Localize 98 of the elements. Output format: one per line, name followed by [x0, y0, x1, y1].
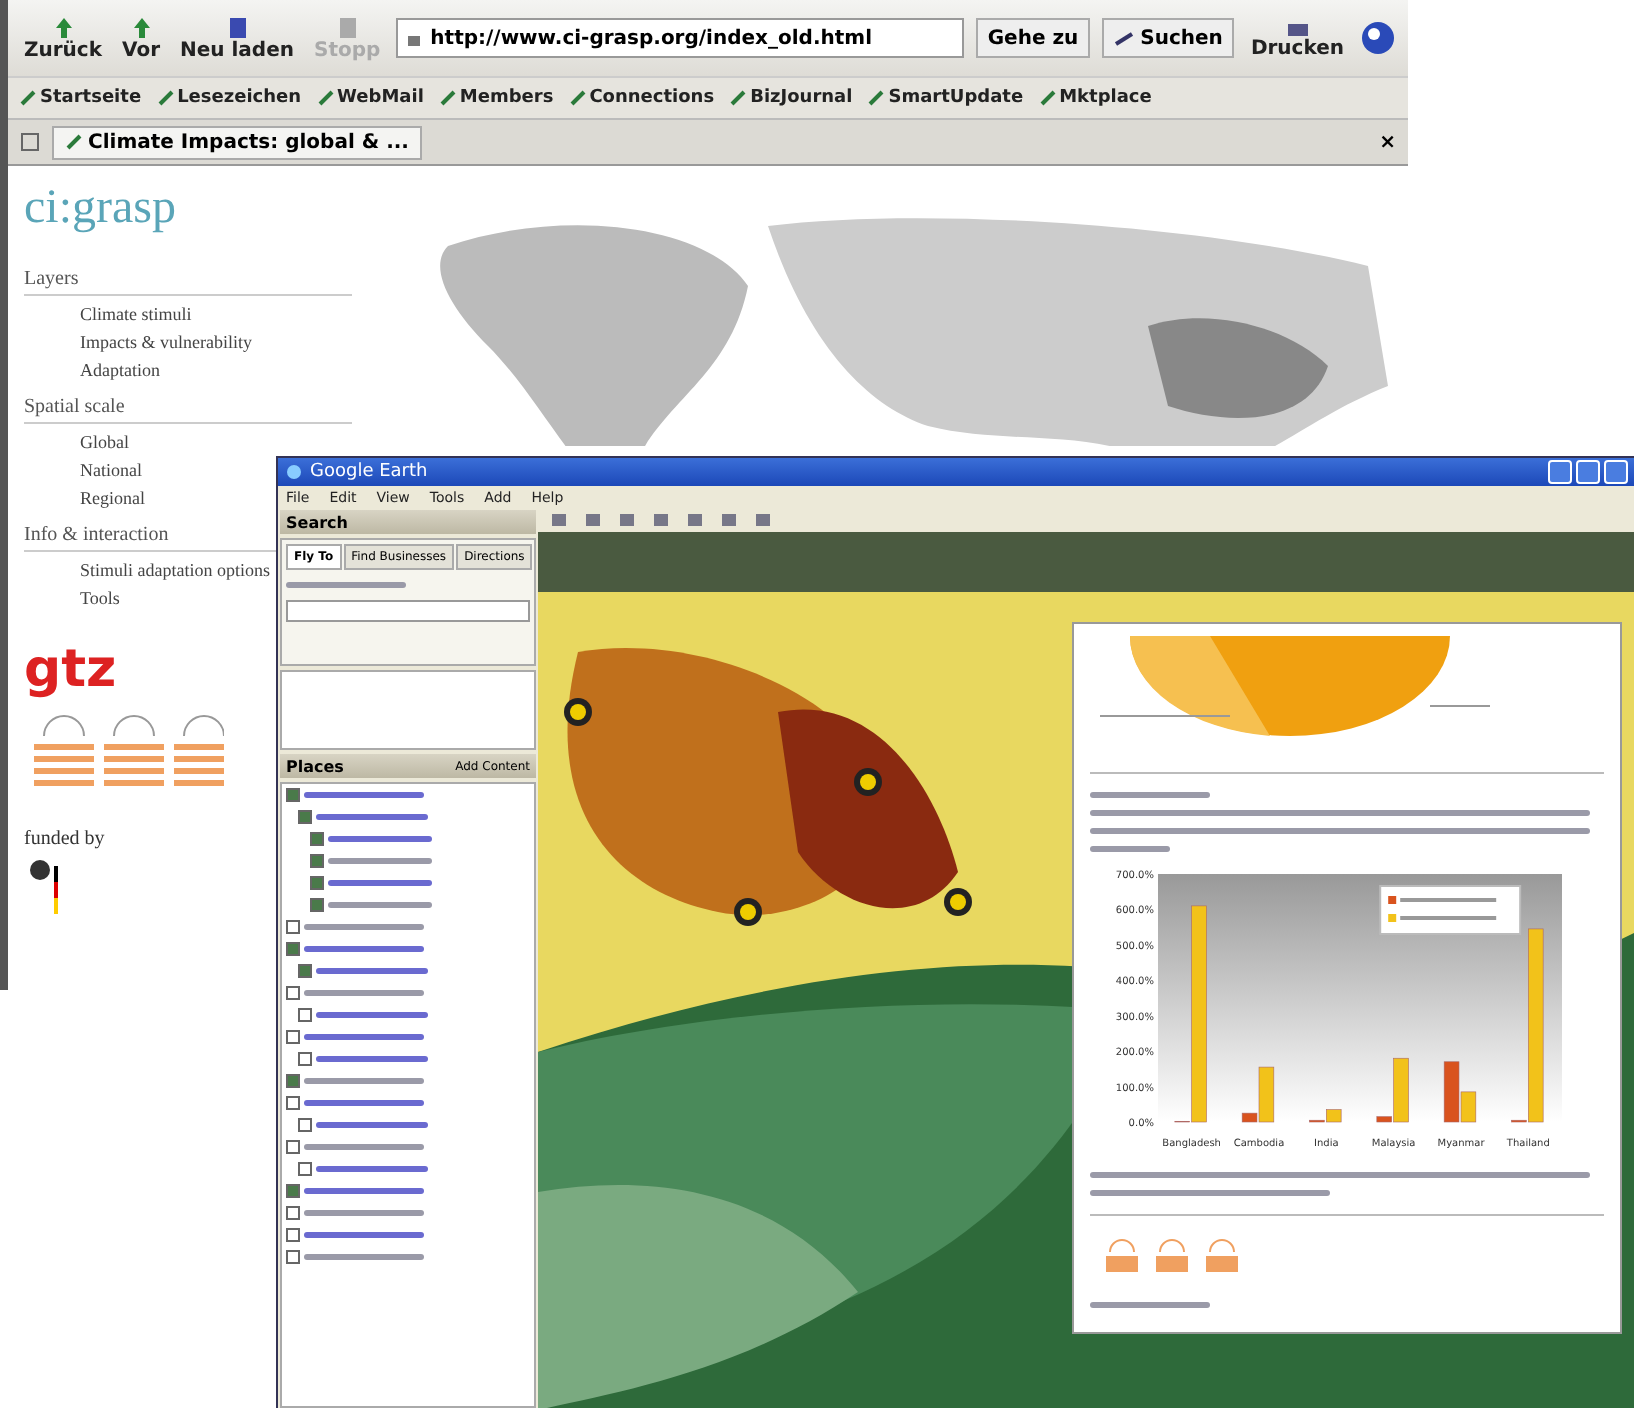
blurred-text-line [1090, 846, 1170, 852]
pen-icon [868, 90, 885, 106]
section-title: Spatial scale [24, 396, 352, 424]
blurred-text-line [1090, 792, 1210, 798]
bookmark-link[interactable]: Startseite [20, 88, 142, 108]
blurred-text-line [328, 902, 432, 908]
funded-by-label: funded by [24, 828, 105, 850]
bookmark-link[interactable]: WebMail [317, 88, 424, 108]
search-panel-header[interactable]: Search [280, 510, 536, 534]
tree-checkbox[interactable] [286, 920, 300, 934]
blurred-text-line [304, 1034, 424, 1040]
pen-icon [157, 90, 174, 106]
bookmark-link[interactable]: Members [439, 88, 554, 108]
blurred-text-line [304, 1100, 424, 1106]
nav-button[interactable]: Zurück [20, 15, 106, 61]
pen-icon [66, 134, 82, 150]
blurred-text-line [316, 1122, 428, 1128]
section-title: Layers [24, 268, 352, 296]
tree-checkbox[interactable] [298, 1008, 312, 1022]
tree-checkbox[interactable] [298, 810, 312, 824]
pen-icon [317, 90, 334, 106]
tree-checkbox[interactable] [286, 1250, 300, 1264]
tree-checkbox[interactable] [286, 1140, 300, 1154]
window-button[interactable] [1604, 460, 1628, 484]
tree-checkbox[interactable] [286, 1206, 300, 1220]
go-button[interactable]: Gehe zu [975, 18, 1091, 58]
gtz-logo: gtz [24, 640, 119, 700]
nav-button[interactable]: Vor [118, 15, 164, 61]
menu-link[interactable]: Global [80, 432, 129, 452]
url-field[interactable]: http://www.ci-grasp.org/index_old.html [396, 18, 964, 58]
tree-checkbox[interactable] [298, 1162, 312, 1176]
tab-list-icon[interactable] [20, 132, 40, 152]
tree-checkbox[interactable] [310, 832, 324, 846]
site-logo: ci:grasp [24, 182, 178, 236]
search-button[interactable]: Suchen [1102, 18, 1235, 58]
tree-checkbox[interactable] [310, 876, 324, 890]
pen-icon [1039, 90, 1056, 106]
window-button[interactable] [1576, 460, 1600, 484]
menu-link[interactable]: Regional [80, 488, 145, 508]
menu-link[interactable]: Climate stimuli [80, 304, 192, 324]
bookmark-link[interactable]: Lesezeichen [157, 88, 302, 108]
blurred-text-line [304, 1232, 424, 1238]
bookmark-link[interactable]: BizJournal [730, 88, 853, 108]
tree-checkbox[interactable] [286, 1096, 300, 1110]
tree-checkbox[interactable] [286, 1228, 300, 1242]
pen-icon [569, 90, 586, 106]
blurred-text-line [304, 792, 424, 798]
tree-checkbox[interactable] [286, 1030, 300, 1044]
bookmark-link[interactable]: Mktplace [1039, 88, 1152, 108]
menu-link[interactable]: Adaptation [80, 360, 160, 380]
window-title: Google Earth [310, 462, 428, 482]
bookmark-link[interactable]: SmartUpdate [868, 88, 1024, 108]
page-icon [225, 15, 249, 39]
blurred-text-line [304, 1144, 424, 1150]
blurred-text-line [304, 1210, 424, 1216]
blurred-text-line [316, 968, 428, 974]
tree-checkbox[interactable] [298, 1118, 312, 1132]
blurred-text-line [316, 1012, 428, 1018]
chart-legend [1379, 885, 1522, 935]
tree-checkbox[interactable] [286, 986, 300, 1000]
globe-icon[interactable] [1360, 20, 1396, 56]
tree-checkbox[interactable] [286, 942, 300, 956]
menu-link[interactable]: Tools [80, 588, 120, 608]
blurred-text-line [1090, 1302, 1210, 1308]
tree-checkbox[interactable] [310, 854, 324, 868]
blurred-text-line [304, 1078, 424, 1084]
close-icon[interactable]: × [1379, 131, 1396, 153]
pen-icon [20, 90, 36, 106]
nav-button[interactable]: Neu laden [176, 15, 298, 61]
blurred-text-line [304, 990, 424, 996]
blurred-text-line [328, 858, 432, 864]
print-button[interactable]: Drucken [1246, 17, 1348, 59]
blurred-text-line [304, 924, 424, 930]
blurred-text-line [328, 836, 432, 842]
blurred-text-line [316, 814, 428, 820]
menu-link[interactable]: National [80, 460, 142, 480]
browser-tab[interactable]: Climate Impacts: global & ... [52, 125, 423, 159]
tree-checkbox[interactable] [286, 1184, 300, 1198]
menu-link[interactable]: Stimuli adaptation options [80, 560, 270, 580]
blurred-text-line [316, 1166, 428, 1172]
bookmark-link[interactable]: Connections [569, 88, 715, 108]
blurred-text-line [316, 1056, 428, 1062]
search-field[interactable] [286, 600, 530, 622]
tree-checkbox[interactable] [298, 964, 312, 978]
window-button[interactable] [1548, 460, 1572, 484]
tree-checkbox[interactable] [310, 898, 324, 912]
blurred-text-line [286, 582, 406, 588]
blurred-text-line [304, 1188, 424, 1194]
blurred-text-line [328, 880, 432, 886]
menu-link[interactable]: Impacts & vulnerability [80, 332, 252, 352]
tree-checkbox[interactable] [298, 1052, 312, 1066]
pen-icon [439, 90, 456, 106]
tree-checkbox[interactable] [286, 1074, 300, 1088]
app-icon [286, 464, 302, 480]
blurred-text-line [304, 1254, 424, 1260]
blurred-text-line [304, 946, 424, 952]
tree-checkbox[interactable] [286, 788, 300, 802]
pen-icon [730, 90, 747, 106]
